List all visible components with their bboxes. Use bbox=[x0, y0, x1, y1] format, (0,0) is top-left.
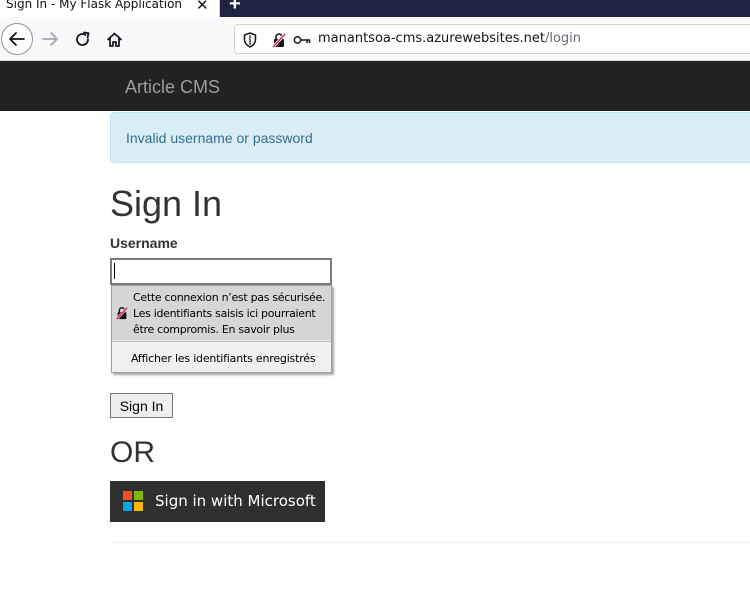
shield-icon bbox=[243, 32, 257, 48]
arrow-right-icon bbox=[42, 32, 58, 46]
close-icon[interactable]: ✕ bbox=[196, 0, 209, 14]
forward-button[interactable] bbox=[34, 23, 66, 55]
insecure-login-popup: Cette connexion n’est pas sécurisée. Les… bbox=[111, 285, 332, 373]
brand-link[interactable]: Article CMS bbox=[125, 77, 220, 98]
microsoft-button-label: Sign in with Microsoft bbox=[155, 492, 316, 510]
home-button[interactable] bbox=[98, 23, 130, 55]
insecure-warning-text: Cette connexion n’est pas sécurisée. Les… bbox=[133, 290, 329, 338]
reload-button[interactable] bbox=[66, 23, 98, 55]
navigation-toolbar: manantsoa-cms.azurewebsites.net/login bbox=[0, 17, 750, 61]
page-title: Sign In bbox=[110, 183, 223, 224]
address-bar[interactable]: manantsoa-cms.azurewebsites.net/login bbox=[234, 24, 750, 54]
learn-more-link[interactable]: En savoir plus bbox=[222, 323, 295, 336]
username-label: Username bbox=[110, 235, 178, 251]
tab-strip: Sign In - My Flask Application ✕ + bbox=[0, 0, 750, 19]
back-button[interactable] bbox=[1, 23, 33, 55]
url-text: manantsoa-cms.azurewebsites.net/login bbox=[318, 31, 581, 46]
reload-icon bbox=[75, 31, 89, 46]
plus-icon[interactable]: + bbox=[229, 0, 241, 16]
username-input[interactable] bbox=[110, 258, 332, 285]
arrow-left-icon bbox=[9, 32, 25, 46]
microsoft-logo-icon bbox=[123, 491, 143, 511]
key-icon bbox=[293, 36, 311, 44]
insecure-lock-icon bbox=[271, 32, 287, 48]
url-host: manantsoa-cms.azurewebsites.net bbox=[318, 31, 545, 46]
url-path: /login bbox=[544, 31, 582, 46]
alert-message: Invalid username or password bbox=[126, 130, 313, 146]
error-alert: Invalid username or password bbox=[110, 112, 750, 163]
home-icon bbox=[106, 32, 122, 47]
show-saved-logins-item[interactable]: Afficher les identifiants enregistrés bbox=[131, 352, 316, 365]
footer-divider bbox=[110, 542, 750, 543]
insecure-warning-item[interactable]: Cette connexion n’est pas sécurisée. Les… bbox=[112, 286, 331, 340]
microsoft-sign-in-button[interactable]: Sign in with Microsoft bbox=[110, 481, 325, 522]
text-caret bbox=[114, 263, 115, 279]
sign-in-button[interactable]: Sign In bbox=[110, 393, 173, 418]
or-divider-text: OR bbox=[110, 436, 155, 469]
site-navbar: Article CMS bbox=[0, 61, 750, 111]
popup-divider bbox=[112, 341, 331, 342]
tab-title: Sign In - My Flask Application bbox=[6, 0, 183, 11]
insecure-lock-icon bbox=[115, 306, 129, 320]
